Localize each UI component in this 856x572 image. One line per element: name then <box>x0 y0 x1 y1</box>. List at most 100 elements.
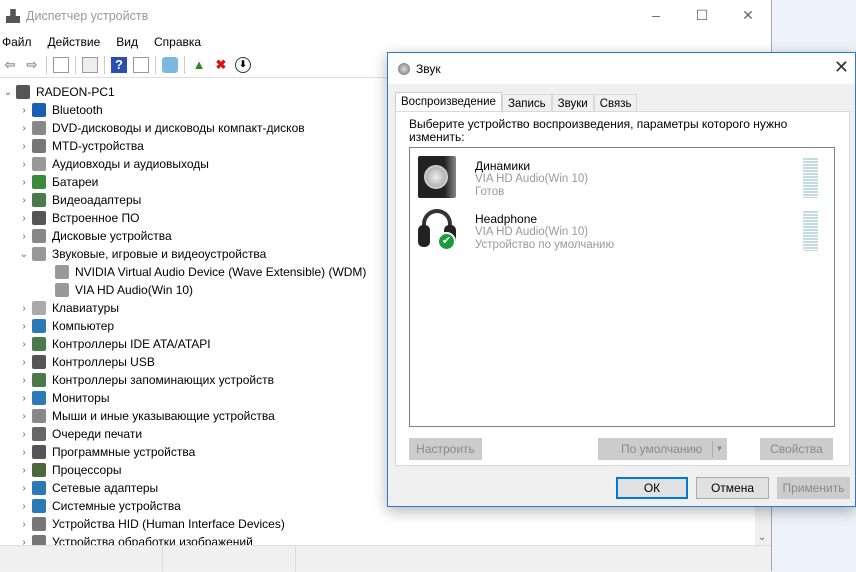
device-item-headphone[interactable]: ✔ Headphone VIA HD Audio(Win 10) Устройств… <box>418 209 828 259</box>
tree-category-label: Дисковые устройства <box>52 229 172 243</box>
category-icon <box>32 355 46 369</box>
tree-category-label: Компьютер <box>52 319 115 333</box>
chevron-right-icon[interactable]: › <box>16 375 32 386</box>
properties-button[interactable]: Свойства <box>760 438 833 460</box>
device-item-speakers[interactable]: Динамики VIA HD Audio(Win 10) Готов <box>418 156 828 206</box>
status-bar <box>0 545 771 572</box>
show-hide-icon[interactable] <box>53 56 69 73</box>
tree-category-label: Аудиовходы и аудиовыходы <box>52 157 209 171</box>
back-icon[interactable]: ⇦ <box>2 57 18 73</box>
view-icon[interactable] <box>133 56 149 73</box>
tree-device-label: VIA HD Audio(Win 10) <box>75 283 194 297</box>
ok-button[interactable]: ОК <box>616 477 688 499</box>
chevron-right-icon[interactable]: › <box>16 501 32 512</box>
chevron-right-icon[interactable]: › <box>16 213 32 224</box>
tree-category-label: Контроллеры IDE ATA/ATAPI <box>52 337 211 351</box>
category-icon <box>32 481 46 495</box>
chevron-right-icon[interactable]: › <box>16 177 32 188</box>
volume-meter <box>803 211 818 251</box>
properties-icon[interactable] <box>82 56 98 73</box>
category-icon <box>32 391 46 405</box>
computer-icon <box>16 85 30 99</box>
maximize-button[interactable]: ☐ <box>679 0 725 30</box>
tree-category-label: Bluetooth <box>52 103 103 117</box>
instruction-text: Выберите устройство воспроизведения, пар… <box>409 117 788 144</box>
chevron-right-icon[interactable]: › <box>16 141 32 152</box>
tree-category-label: Системные устройства <box>52 499 181 513</box>
tree-category-label: Устройства HID (Human Interface Devices) <box>52 517 285 531</box>
tree-category[interactable]: › Устройства HID (Human Interface Devices… <box>0 515 755 533</box>
menu-help[interactable]: Справка <box>154 35 201 49</box>
audio-device-icon <box>55 283 69 297</box>
cancel-button[interactable]: Отмена <box>696 477 769 499</box>
chevron-right-icon[interactable]: › <box>16 321 32 332</box>
chevron-down-icon[interactable]: ▼ <box>712 441 726 457</box>
chevron-right-icon[interactable]: › <box>16 519 32 530</box>
chevron-right-icon[interactable]: › <box>16 429 32 440</box>
category-icon <box>32 463 46 477</box>
sound-dialog: Звук ✕ Воспроизведение Запись Звуки Связ… <box>387 52 856 507</box>
category-icon <box>32 247 46 261</box>
chevron-down-icon[interactable]: ⌄ <box>0 87 16 98</box>
chevron-right-icon[interactable]: › <box>16 231 32 242</box>
set-default-button[interactable]: По умолчанию ▼ <box>598 438 727 460</box>
dialog-title-bar: Звук <box>388 53 855 84</box>
chevron-right-icon[interactable]: › <box>16 465 32 476</box>
forward-icon[interactable]: ⇨ <box>24 57 40 73</box>
dialog-close-button[interactable]: ✕ <box>834 57 849 78</box>
chevron-down-icon[interactable]: ⌄ <box>16 249 32 260</box>
category-icon <box>32 301 46 315</box>
headphone-device-icon: ✔ <box>418 209 456 251</box>
tree-category-label: Программные устройства <box>52 445 196 459</box>
chevron-right-icon[interactable]: › <box>16 105 32 116</box>
chevron-right-icon[interactable]: › <box>16 537 32 546</box>
disable-icon[interactable]: ⬇ <box>235 56 251 73</box>
tree-category-label: Мониторы <box>52 391 110 405</box>
uninstall-icon[interactable]: ✖ <box>213 57 229 73</box>
volume-meter <box>803 158 818 198</box>
chevron-right-icon[interactable]: › <box>16 123 32 134</box>
chevron-right-icon[interactable]: › <box>16 303 32 314</box>
tree-category-label: MTD-устройства <box>52 139 144 153</box>
configure-button[interactable]: Настроить <box>409 438 482 460</box>
update-driver-icon[interactable]: ▲ <box>191 57 207 73</box>
tree-category-label: Мыши и иные указывающие устройства <box>52 409 275 423</box>
category-icon <box>32 337 46 351</box>
menu-file[interactable]: Файл <box>2 35 32 49</box>
category-icon <box>32 229 46 243</box>
playback-panel: Выберите устройство воспроизведения, пар… <box>395 111 850 466</box>
window-title: Диспетчер устройств <box>26 9 149 23</box>
menu-view[interactable]: Вид <box>116 35 138 49</box>
category-icon <box>32 157 46 171</box>
category-icon <box>32 121 46 135</box>
dialog-title: Звук <box>416 61 441 76</box>
tree-category-label: Контроллеры USB <box>52 355 155 369</box>
tab-playback[interactable]: Воспроизведение <box>395 92 502 113</box>
category-icon <box>32 517 46 531</box>
chevron-right-icon[interactable]: › <box>16 357 32 368</box>
device-list: Динамики VIA HD Audio(Win 10) Готов ✔ Head… <box>409 147 835 427</box>
menu-bar: Файл Действие Вид Справка <box>0 32 771 52</box>
chevron-right-icon[interactable]: › <box>16 411 32 422</box>
chevron-right-icon[interactable]: › <box>16 339 32 350</box>
help-icon[interactable]: ? <box>111 56 127 73</box>
audio-device-icon <box>55 265 69 279</box>
category-icon <box>32 103 46 117</box>
apply-button[interactable]: Применить <box>777 477 850 499</box>
minimize-button[interactable]: – <box>633 0 679 30</box>
close-button[interactable]: ✕ <box>725 0 771 30</box>
menu-action[interactable]: Действие <box>48 35 101 49</box>
category-icon <box>32 193 46 207</box>
chevron-right-icon[interactable]: › <box>16 393 32 404</box>
chevron-right-icon[interactable]: › <box>16 447 32 458</box>
chevron-right-icon[interactable]: › <box>16 483 32 494</box>
tab-bar: Воспроизведение Запись Звуки Связь <box>395 92 638 113</box>
tree-category-label: DVD-дисководы и дисководы компакт-дисков <box>52 121 305 135</box>
chevron-right-icon[interactable]: › <box>16 159 32 170</box>
default-check-icon: ✔ <box>437 232 456 251</box>
tree-category-label: Клавиатуры <box>52 301 119 315</box>
scan-hardware-icon[interactable] <box>162 56 178 73</box>
chevron-right-icon[interactable]: › <box>16 195 32 206</box>
tree-category-label: Устройства обработки изображений <box>52 535 253 545</box>
tree-category[interactable]: › Устройства обработки изображений <box>0 533 755 545</box>
